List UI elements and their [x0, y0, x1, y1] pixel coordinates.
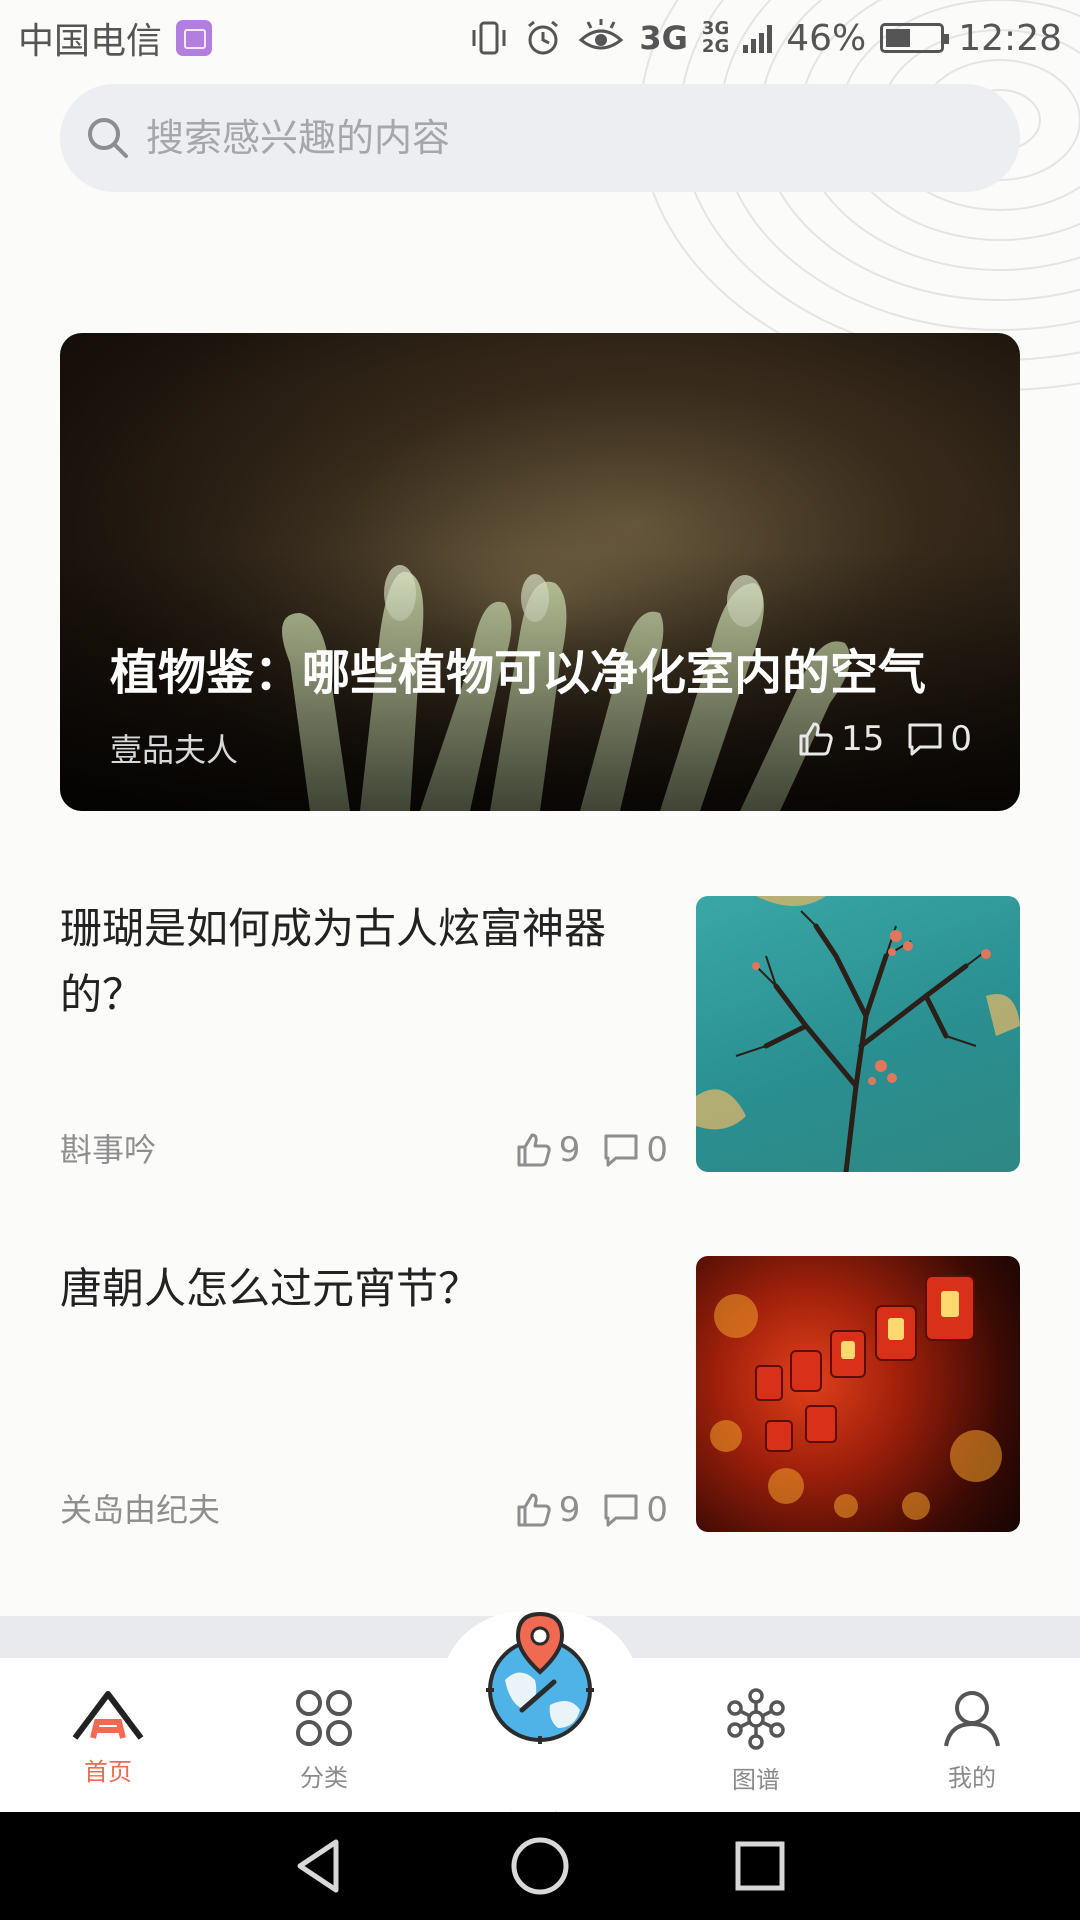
- comment-count: 0: [950, 719, 972, 759]
- thumbs-up-icon: [799, 722, 833, 756]
- comment-icon: [604, 1494, 638, 1527]
- like-count: 9: [558, 1130, 581, 1170]
- alarm-icon: [528, 20, 559, 55]
- profile-icon: [944, 1691, 1000, 1747]
- nav-item-graph[interactable]: 图谱: [648, 1658, 864, 1795]
- signal-icon: [743, 23, 773, 53]
- vibrate-icon: [472, 21, 506, 55]
- nav-label: 首页: [84, 1758, 132, 1786]
- article-thumbnail[interactable]: [696, 1256, 1020, 1532]
- like-button[interactable]: 9: [515, 1128, 581, 1172]
- thumbs-up-icon: [517, 1133, 551, 1167]
- back-icon[interactable]: [290, 1836, 350, 1896]
- network-bottom-label: 2G: [701, 36, 730, 57]
- nav-label: 我的: [948, 1764, 996, 1792]
- category-icon: [296, 1690, 352, 1746]
- featured-article-title: 植物鉴：哪些植物可以净化室内的空气: [110, 645, 927, 701]
- battery-percent: 46%: [786, 17, 867, 59]
- graph-icon: [727, 1688, 785, 1750]
- app-screen: 中国电信 3G 3G 2G 46% 12:28 搜索感兴趣的内容 植物鉴：哪些植…: [0, 0, 1080, 1920]
- comment-button[interactable]: 0: [602, 1488, 668, 1532]
- eye-icon: [579, 19, 624, 50]
- comment-count: 0: [646, 1130, 668, 1170]
- like-button[interactable]: 9: [515, 1488, 581, 1532]
- article-author[interactable]: 关岛由纪夫: [60, 1488, 220, 1532]
- article-author[interactable]: 斟事吟: [60, 1128, 156, 1172]
- battery-level-fill: [886, 29, 911, 47]
- network-type-label: 3G: [639, 19, 688, 57]
- like-button[interactable]: 15: [797, 719, 884, 759]
- article-stats: 9 0: [515, 1488, 668, 1532]
- comment-button[interactable]: 0: [602, 1128, 668, 1172]
- featured-article-author[interactable]: 壹品夫人: [110, 725, 238, 771]
- search-icon: [88, 118, 128, 158]
- search-bar[interactable]: [60, 84, 1020, 192]
- home-circle-icon[interactable]: [510, 1836, 570, 1896]
- search-input[interactable]: [146, 116, 966, 160]
- gallery-icon: [176, 20, 213, 56]
- carrier-name: 中国电信: [18, 21, 163, 62]
- nav-label: 图谱: [732, 1766, 780, 1794]
- like-count: 9: [558, 1490, 581, 1530]
- system-navigation-bar: [0, 1812, 1080, 1920]
- coral-tree-image: [696, 896, 1020, 1172]
- article-list-item[interactable]: 唐朝人怎么过元宵节？ 关岛由纪夫 9 0: [60, 1256, 1020, 1532]
- featured-article-card[interactable]: 植物鉴：哪些植物可以净化室内的空气 壹品夫人 15 0: [60, 333, 1020, 811]
- nav-item-profile[interactable]: 我的: [864, 1658, 1080, 1793]
- bottom-navigation: 首页 分类 图谱 我的: [0, 1611, 1080, 1838]
- comment-icon: [908, 723, 942, 756]
- article-title: 唐朝人怎么过元宵节？: [60, 1264, 481, 1313]
- clock-time: 12:28: [958, 17, 1062, 59]
- network-dual-label: 3G 2G: [702, 20, 729, 56]
- nav-label: 分类: [300, 1764, 348, 1792]
- status-bar: 中国电信 3G 3G 2G 46% 12:28: [0, 0, 1080, 76]
- battery-icon: [880, 23, 950, 53]
- globe-pin-icon: [486, 1611, 594, 1744]
- featured-article-stats: 15 0: [797, 719, 972, 759]
- article-title: 珊瑚是如何成为古人炫富神器的？: [60, 904, 607, 1019]
- thumbs-up-icon: [517, 1493, 551, 1527]
- article-stats: 9 0: [515, 1128, 668, 1172]
- home-icon: [72, 1691, 144, 1740]
- article-list-item[interactable]: 珊瑚是如何成为古人炫富神器的？ 斟事吟 9 0: [60, 896, 1020, 1172]
- lantern-image: [710, 1275, 1002, 1520]
- like-count: 15: [841, 719, 885, 759]
- nav-item-home[interactable]: 首页: [0, 1658, 216, 1787]
- recent-apps-icon[interactable]: [730, 1836, 790, 1896]
- comment-icon: [604, 1134, 638, 1167]
- comment-count: 0: [646, 1490, 668, 1530]
- comment-button[interactable]: 0: [906, 719, 972, 759]
- nav-item-category[interactable]: 分类: [216, 1658, 432, 1793]
- article-thumbnail[interactable]: [696, 896, 1020, 1172]
